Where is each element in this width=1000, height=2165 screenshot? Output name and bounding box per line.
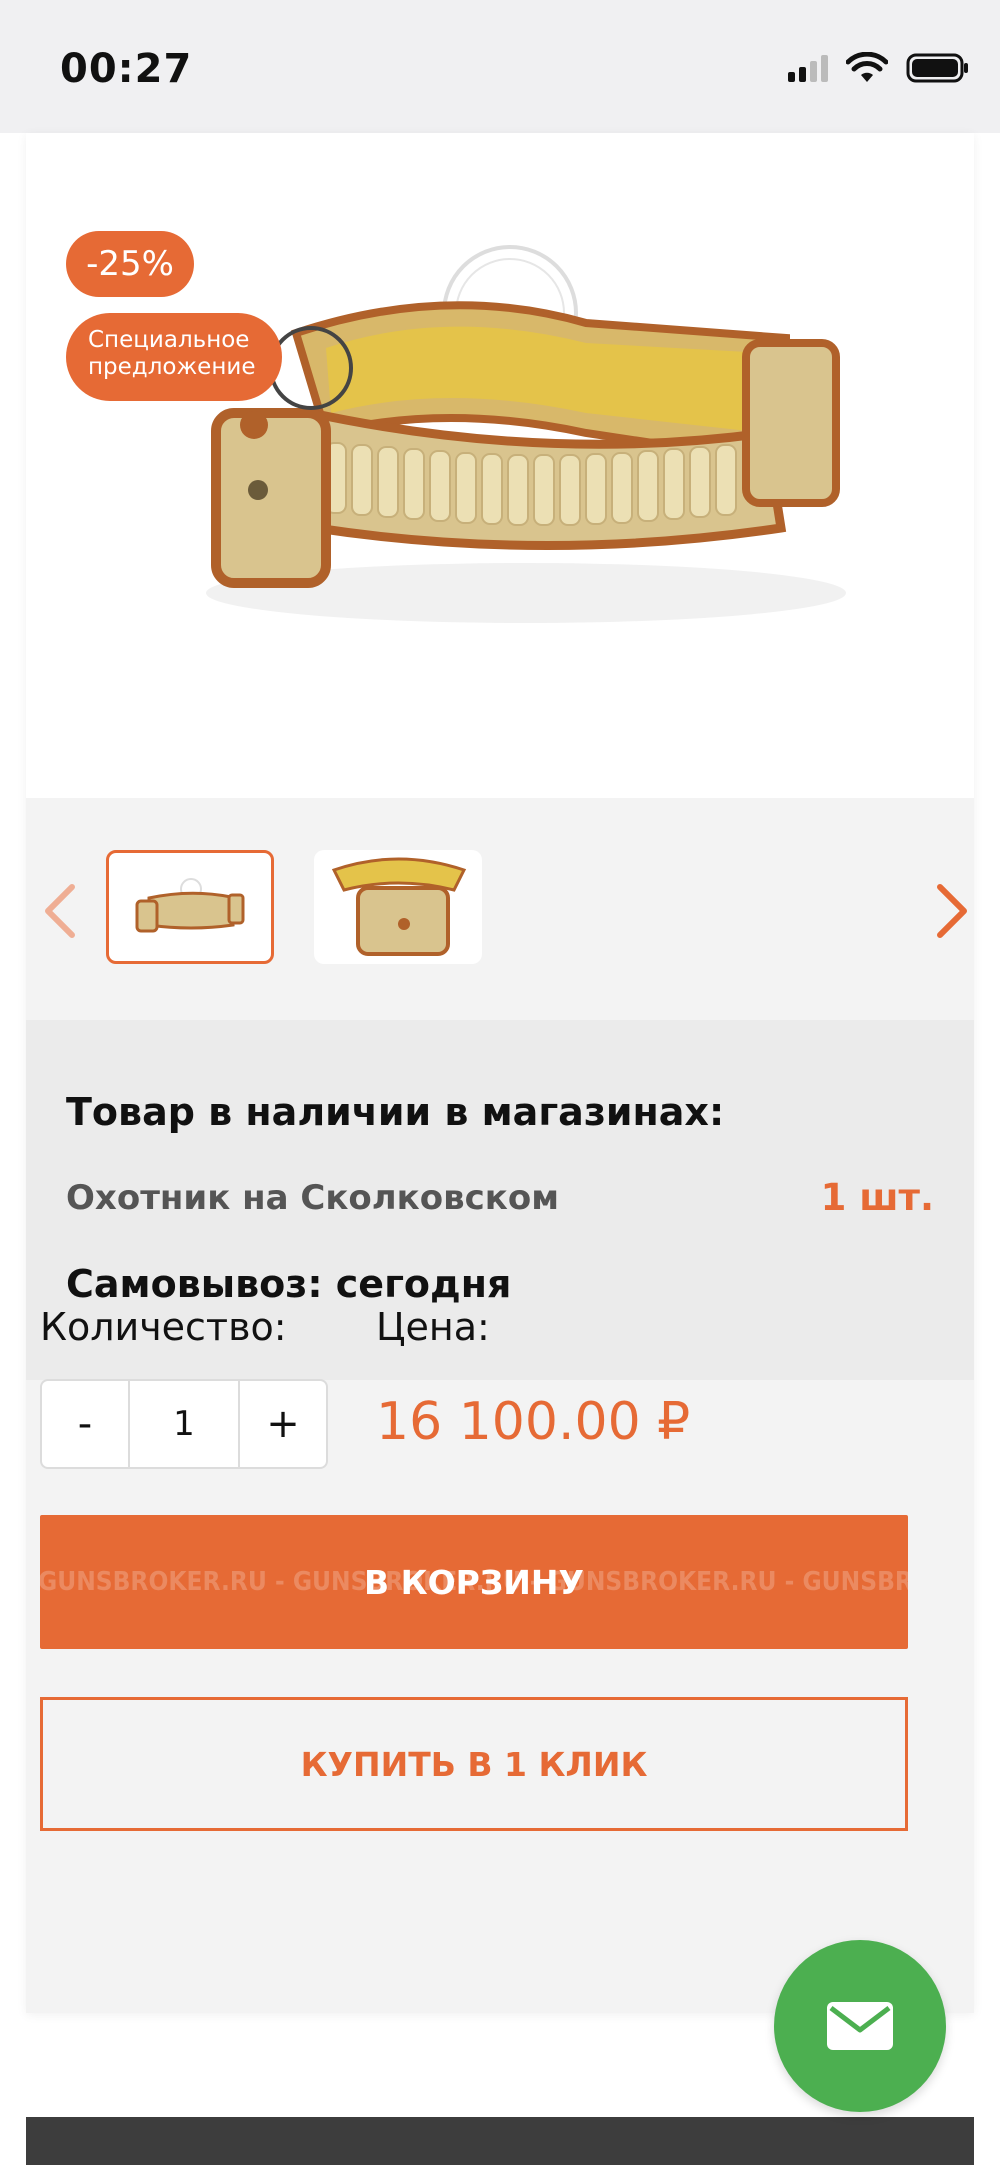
status-bar: 00:27 (0, 0, 1000, 133)
discount-badge: -25% (66, 231, 194, 297)
add-to-cart-label: В КОРЗИНУ (364, 1562, 584, 1602)
quantity-decrease-button[interactable]: - (42, 1381, 128, 1467)
cartridge-belt-thumbnail (135, 878, 245, 933)
quantity-stepper: - 1 + (40, 1379, 328, 1469)
status-icons (788, 52, 970, 84)
store-quantity: 1 шт. (820, 1176, 934, 1219)
store-name[interactable]: Охотник на Сколковском (66, 1178, 559, 1218)
cartridge-bag-thumbnail (331, 857, 467, 956)
product-main-image[interactable]: -25% Специальное предложение (26, 133, 974, 798)
mail-icon (827, 2002, 893, 2050)
status-time: 00:27 (60, 46, 193, 92)
quantity-label: Количество: (40, 1305, 287, 1349)
pickup-info: Самовывоз: сегодня (66, 1262, 512, 1306)
quantity-increase-button[interactable]: + (240, 1381, 326, 1467)
buy-one-click-button[interactable]: КУПИТЬ В 1 КЛИК (40, 1697, 908, 1831)
thumbnail-1[interactable] (106, 850, 274, 964)
quantity-input[interactable]: 1 (128, 1381, 240, 1467)
footer-bar (26, 2117, 974, 2165)
signal-icon (788, 54, 828, 82)
wifi-icon (846, 52, 888, 82)
price-value: 16 100.00 ₽ (376, 1392, 691, 1452)
thumbnail-gallery (26, 798, 974, 1020)
special-offer-badge: Специальное предложение (66, 313, 282, 401)
chevron-right-icon (937, 884, 967, 938)
battery-icon (906, 53, 968, 83)
gallery-prev-button[interactable] (34, 876, 84, 946)
chevron-left-icon (45, 884, 75, 938)
thumbnail-2[interactable] (314, 850, 482, 964)
add-to-cart-button[interactable]: GUNSBROKER.RU - GUNSBROKER.RU - GUNSBROK… (40, 1515, 908, 1649)
contact-fab-button[interactable] (774, 1940, 946, 2112)
stock-title: Товар в наличии в магазинах: (66, 1090, 725, 1134)
price-label: Цена: (376, 1305, 490, 1349)
gallery-next-button[interactable] (928, 876, 978, 946)
